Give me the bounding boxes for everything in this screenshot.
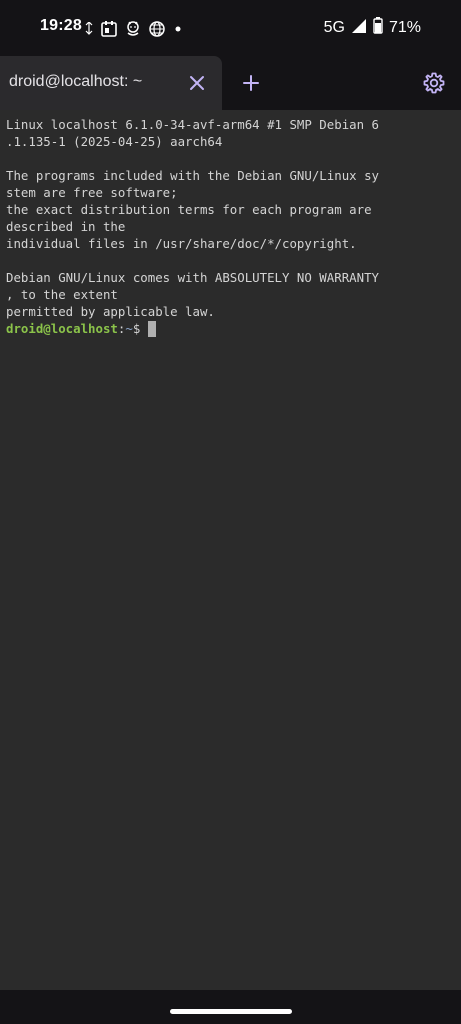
- terminal-output: Linux localhost 6.1.0-34-avf-arm64 #1 SM…: [6, 116, 456, 337]
- data-arrows-icon: [84, 21, 94, 41]
- battery-percent: 71%: [388, 19, 421, 36]
- text-cursor: [147, 321, 156, 337]
- home-gesture-handle[interactable]: [170, 1009, 292, 1014]
- terminal-line: permitted by applicable law.: [6, 304, 215, 319]
- terminal-view[interactable]: Linux localhost 6.1.0-34-avf-arm64 #1 SM…: [0, 110, 461, 990]
- gear-icon: [423, 72, 445, 94]
- globe-icon: [148, 20, 166, 43]
- terminal-line: , to the extent: [6, 287, 118, 302]
- prompt-symbol: $: [132, 321, 148, 336]
- terminal-line: .1.135-1 (2025-04-25) aarch64: [6, 134, 223, 149]
- status-icons-left: [84, 20, 184, 43]
- notification-dot-icon: [172, 20, 184, 43]
- tab-label: droid@localhost: ~: [9, 73, 143, 90]
- terminal-line: stem are free software;: [6, 185, 178, 200]
- battery-icon: [373, 17, 383, 39]
- close-icon: [190, 76, 204, 90]
- calendar-icon: [100, 20, 118, 43]
- terminal-line: individual files in /usr/share/doc/*/cop…: [6, 236, 357, 251]
- terminal-line: Debian GNU/Linux comes with ABSOLUTELY N…: [6, 270, 379, 285]
- settings-button[interactable]: [422, 71, 446, 95]
- terminal-line: the exact distribution terms for each pr…: [6, 202, 372, 217]
- command-prompt[interactable]: droid@localhost:~$: [6, 320, 456, 337]
- tab-terminal[interactable]: droid@localhost: ~: [0, 56, 222, 110]
- status-time: 19:28: [40, 17, 82, 34]
- close-tab-button[interactable]: [187, 73, 207, 93]
- android-icon: [124, 20, 142, 43]
- status-icons-right: 5G 71%: [324, 17, 421, 39]
- network-type: 5G: [323, 19, 345, 36]
- signal-icon: [351, 18, 367, 39]
- terminal-line: described in the: [6, 219, 126, 234]
- new-tab-button[interactable]: [240, 72, 262, 94]
- terminal-line: Linux localhost 6.1.0-34-avf-arm64 #1 SM…: [6, 117, 379, 132]
- plus-icon: [243, 75, 259, 91]
- prompt-path: ~: [125, 321, 133, 336]
- navigation-bar: [0, 990, 461, 1024]
- tab-bar: droid@localhost: ~: [0, 56, 461, 110]
- prompt-user-host: droid@localhost: [6, 321, 118, 336]
- status-bar: 19:28 5G 71%: [0, 0, 461, 56]
- terminal-line: The programs included with the Debian GN…: [6, 168, 379, 183]
